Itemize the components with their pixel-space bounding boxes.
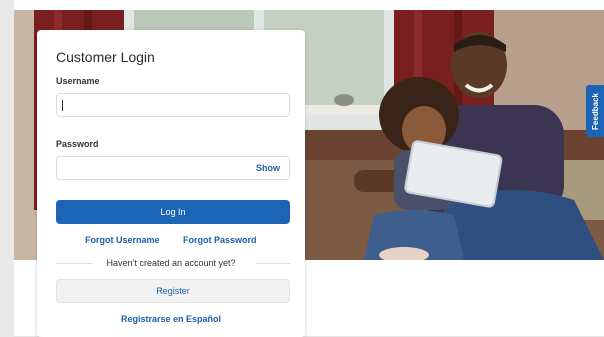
username-input[interactable] xyxy=(56,93,290,117)
feedback-label: Feedback xyxy=(590,92,600,130)
left-gutter xyxy=(0,0,14,337)
spanish-register-link[interactable]: Registrarse en Español xyxy=(37,314,305,324)
username-label: Username xyxy=(56,76,100,86)
separator-line-right xyxy=(256,263,290,264)
forgot-username-link[interactable]: Forgot Username xyxy=(85,235,160,245)
text-caret xyxy=(62,100,63,111)
password-label: Password xyxy=(56,139,99,149)
login-card: Customer Login Username Password Show Lo… xyxy=(37,30,305,337)
forgot-password-link[interactable]: Forgot Password xyxy=(183,235,257,245)
register-button[interactable]: Register xyxy=(56,279,290,303)
feedback-tab[interactable]: Feedback xyxy=(586,85,604,137)
show-password-button[interactable]: Show xyxy=(256,163,280,173)
password-input[interactable]: Show xyxy=(56,156,290,180)
page-title: Customer Login xyxy=(56,49,155,65)
login-button[interactable]: Log In xyxy=(56,200,290,224)
